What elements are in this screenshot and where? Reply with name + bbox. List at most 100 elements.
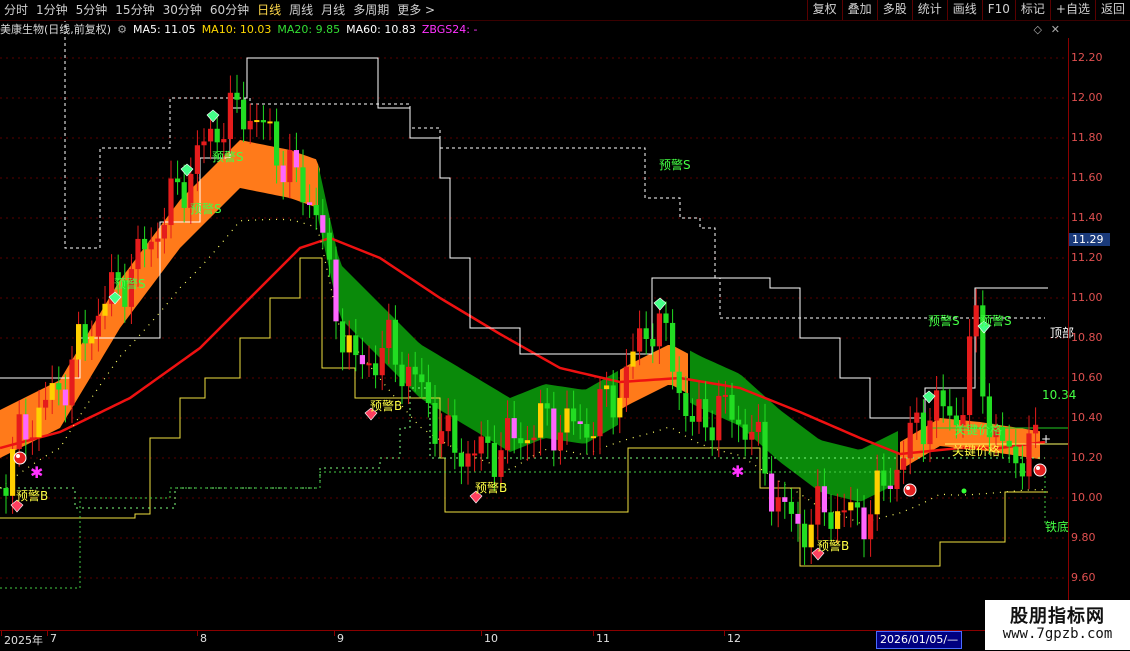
candle-body <box>531 437 537 441</box>
price-tick-label: 10.40 <box>1071 411 1103 424</box>
close-icon[interactable]: ✕ <box>1051 23 1060 36</box>
period-tab[interactable]: 1分钟 <box>32 0 72 20</box>
period-tab[interactable]: 15分钟 <box>111 0 158 20</box>
candle-body <box>155 238 161 242</box>
watermark: 股朋指标网 www.7gpzb.com <box>985 600 1130 650</box>
tool-button[interactable]: 复权 <box>806 0 842 20</box>
candle-body <box>452 415 458 453</box>
annotation-label: 预警S <box>928 313 960 328</box>
candle-body <box>274 121 280 166</box>
candle-body <box>505 418 511 451</box>
tool-button[interactable]: +自选 <box>1049 0 1095 20</box>
candle-body <box>584 424 590 438</box>
price-tick-label: 12.20 <box>1071 51 1103 64</box>
candle-body <box>214 128 220 143</box>
signal-ball-icon <box>1033 463 1047 477</box>
annotation-label: 预警S <box>659 157 691 172</box>
candle-body <box>947 406 953 416</box>
stock-title[interactable]: 美康生物(日线,前复权) <box>0 21 111 37</box>
candle-body <box>267 121 273 124</box>
candle-body <box>901 458 907 470</box>
candle-body <box>432 402 438 444</box>
candle-body <box>894 469 900 489</box>
annotation-label: 预警B <box>370 398 402 413</box>
candle-body <box>458 452 464 467</box>
tool-button[interactable]: 返回 <box>1094 0 1130 20</box>
settings-icon[interactable]: ⚙ <box>117 23 127 36</box>
period-tab[interactable]: 日线 <box>253 0 285 20</box>
candle-body <box>742 424 748 440</box>
price-tick-label: 12.00 <box>1071 91 1103 104</box>
candle-body <box>56 383 62 390</box>
price-tick-label: 11.00 <box>1071 291 1103 304</box>
candle-body <box>313 205 319 216</box>
period-tab[interactable]: 更多 > <box>393 0 439 20</box>
dot-marker <box>961 488 967 494</box>
annotation-label: 预警S <box>980 313 1012 328</box>
period-tab[interactable]: 30分钟 <box>159 0 206 20</box>
candle-body <box>887 485 893 489</box>
tool-button[interactable]: 标记 <box>1014 0 1050 20</box>
candle-body <box>201 141 207 146</box>
period-tab[interactable]: 分时 <box>0 0 32 20</box>
candle-body <box>307 202 313 206</box>
candle-body <box>1033 424 1039 434</box>
annotation-label: 预警B <box>16 488 48 503</box>
tool-button[interactable]: F10 <box>981 0 1015 20</box>
candle-body <box>689 415 695 422</box>
candle-body <box>260 120 266 123</box>
tool-button[interactable]: 画线 <box>946 0 982 20</box>
tool-button[interactable]: 叠加 <box>841 0 877 20</box>
candle-body <box>346 335 352 353</box>
candle-body <box>868 514 874 540</box>
candle-body <box>1006 440 1012 447</box>
price-axis: 12.20 12.00 11.80 11.60 11.40 11.20 11.00 10.80… <box>1068 38 1130 630</box>
candle-body <box>320 215 326 233</box>
candle-body <box>544 403 550 409</box>
candle-body <box>610 385 616 418</box>
current-price-label: 11.29 <box>1069 233 1110 246</box>
period-tab[interactable]: 周线 <box>285 0 317 20</box>
candle-body <box>175 178 181 183</box>
price-tick-label: 9.60 <box>1071 571 1096 584</box>
candlestick-chart[interactable]: ✱ ✱ 预警S预警S预警S预警S预警S 预警S预警B预警B预警B预警B顶部铁底关键价… <box>0 0 1130 650</box>
candle-body <box>221 139 227 143</box>
indicator-value: ZBGS24: - <box>421 22 478 36</box>
candle-body <box>373 363 379 376</box>
period-tab[interactable]: 月线 <box>317 0 349 20</box>
price-tick-label: 10.80 <box>1071 331 1103 344</box>
period-tab[interactable]: 5分钟 <box>72 0 112 20</box>
candle-body <box>835 511 841 529</box>
candle-body <box>148 241 154 250</box>
tool-button[interactable]: 统计 <box>911 0 947 20</box>
candle-body <box>43 399 49 408</box>
annotation-label: 预警S <box>190 201 222 216</box>
candle-body <box>551 408 557 451</box>
candle-body <box>1019 463 1025 477</box>
date-tick-label: 10 <box>484 632 498 645</box>
date-tick-label: 8 <box>200 632 207 645</box>
candle-body <box>643 328 649 339</box>
signal-ball-highlight <box>906 486 910 490</box>
tool-button[interactable]: 多股 <box>876 0 912 20</box>
signal-ball-highlight <box>16 454 20 458</box>
candle-body <box>755 421 761 432</box>
candle-body <box>967 336 973 416</box>
period-tab[interactable]: 多周期 <box>349 0 393 20</box>
candle-body <box>577 421 583 425</box>
crosshair-date: 2026/01/05/— <box>876 631 963 649</box>
candle-body <box>749 431 755 440</box>
candle-body <box>934 390 940 421</box>
candle-body <box>841 510 847 513</box>
candle-body <box>821 486 827 513</box>
candle-body <box>392 319 398 365</box>
candle-body <box>1013 446 1019 464</box>
candle-body <box>287 150 293 183</box>
candle-body <box>69 359 75 406</box>
ma60-value: MA60: 10.83 <box>346 22 416 36</box>
diamond-icon[interactable]: ◇ <box>1034 23 1042 36</box>
chart-tools: 复权 叠加 多股 统计 画线 F10 标记 +自选 返回 <box>806 0 1130 20</box>
candle-body <box>1026 433 1032 477</box>
ma20-value: MA20: 9.85 <box>277 22 341 36</box>
period-tab[interactable]: 60分钟 <box>206 0 253 20</box>
